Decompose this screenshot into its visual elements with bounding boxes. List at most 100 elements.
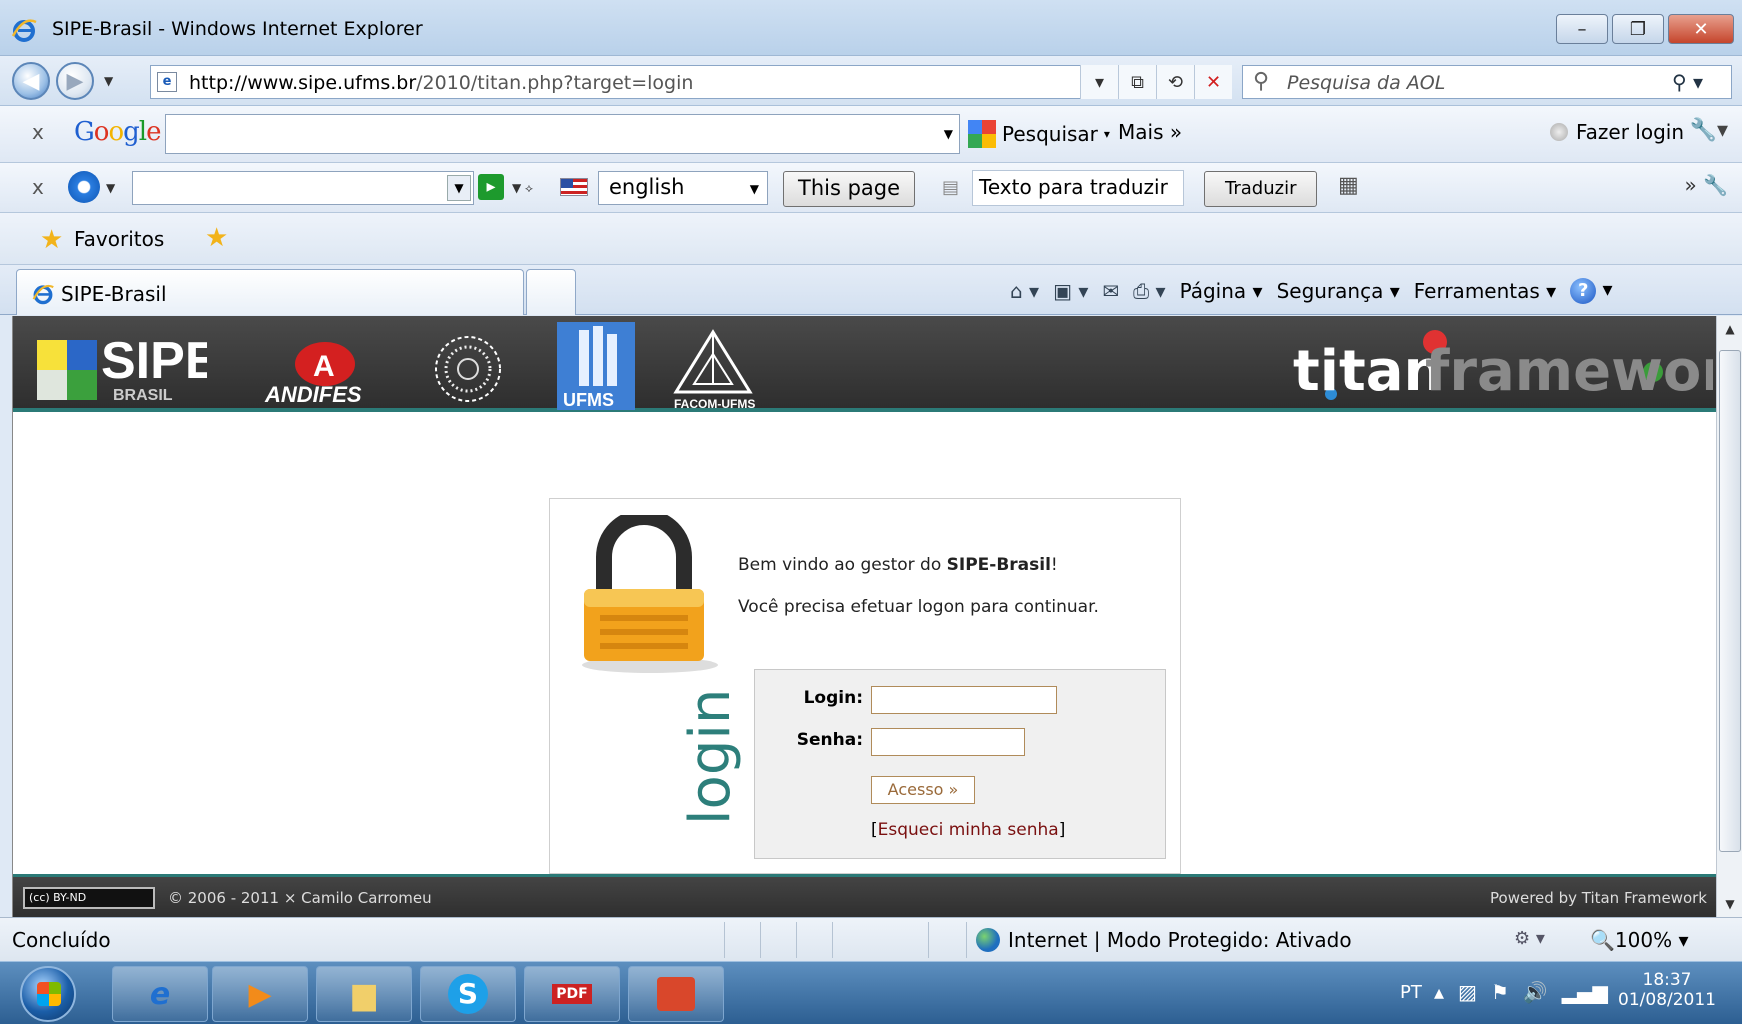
add-favorite-icon[interactable]: ★	[205, 223, 228, 253]
toolbar-overflow-icon[interactable]: » 🔧	[1685, 173, 1729, 197]
new-tab-button[interactable]	[526, 269, 576, 315]
toolbar-logo-icon	[68, 171, 100, 203]
back-button[interactable]: ◀	[12, 62, 50, 100]
clock[interactable]: 18:37 01/08/2011	[1618, 970, 1716, 1010]
media-player-icon: ▶	[248, 976, 272, 1012]
facom-ufms-logo: FACOM-UFMS	[673, 329, 755, 410]
print-icon[interactable]: ⎙ ▾	[1133, 279, 1165, 303]
signal-icon[interactable]: ▂▄▆	[1562, 980, 1608, 1004]
address-field[interactable]: e http://www.sipe.ufms.br/2010/titan.php…	[150, 65, 1100, 99]
mail-icon[interactable]: ✉	[1102, 279, 1119, 303]
svg-text:titan: titan	[1293, 339, 1443, 404]
password-label: Senha:	[796, 730, 863, 750]
taskbar-presentation[interactable]	[628, 966, 724, 1022]
taskbar: e ▶ ▆ S PDF PT ▴ ▨ ⚑ 🔊 ▂▄▆ 18:37 01/08/2…	[0, 961, 1742, 1024]
network-action-icon[interactable]: ▨	[1458, 980, 1477, 1004]
svg-text:SIPE: SIPE	[101, 332, 207, 390]
search-go-icon[interactable]: ⚲ ▾	[1672, 70, 1703, 94]
home-icon[interactable]: ⌂ ▾	[1010, 279, 1039, 303]
zoom-level[interactable]: 🔍100% ▾	[1590, 928, 1688, 952]
andifes-logo: A ANDIFES	[264, 342, 362, 406]
internet-explorer-icon	[32, 284, 54, 305]
search-icon: ⚲	[1253, 69, 1270, 94]
security-menu[interactable]: Segurança ▾	[1277, 279, 1400, 303]
status-bar: Concluído Internet | Modo Protegido: Ati…	[0, 917, 1742, 961]
instruction-text: Você precisa efetuar logon para continua…	[738, 597, 1099, 617]
toolbar-menu-icon[interactable]: ▼	[106, 181, 115, 195]
forward-arrow-icon: ▶	[66, 68, 84, 94]
action-center-flag-icon[interactable]: ⚑	[1491, 980, 1509, 1004]
close-toolbar-icon[interactable]: x	[32, 120, 44, 144]
login-input[interactable]	[871, 686, 1057, 714]
google-search-button[interactable]: Pesquisar ▾	[968, 120, 1110, 148]
calculator-icon[interactable]: ▦	[1338, 173, 1359, 198]
svg-text:BRASIL: BRASIL	[113, 387, 173, 404]
language-select[interactable]: english ▼	[598, 171, 768, 205]
translate-button[interactable]: Traduzir	[1204, 171, 1318, 207]
start-button[interactable]	[20, 966, 76, 1022]
search-box[interactable]: ⚲ Pesquisa da AOL ⚲ ▾	[1242, 65, 1732, 99]
presentation-icon	[657, 977, 695, 1011]
wrench-icon[interactable]: 🔧▾	[1690, 118, 1728, 143]
close-button[interactable]: ✕	[1668, 14, 1734, 44]
protected-mode-icon[interactable]: ⚙ ▾	[1514, 928, 1545, 949]
scroll-up-icon[interactable]: ▲	[1717, 316, 1742, 342]
svg-text:framework: framework	[1425, 339, 1713, 404]
restore-button[interactable]: ❐	[1612, 14, 1664, 44]
back-arrow-icon: ◀	[22, 68, 40, 94]
stop-icon[interactable]: ✕	[1194, 65, 1232, 99]
more-button[interactable]: Mais »	[1118, 120, 1182, 144]
search-placeholder: Pesquisa da AOL	[1287, 72, 1446, 94]
login-label: Login:	[803, 688, 863, 708]
go-dropdown-icon[interactable]: ▼ ⟡	[512, 181, 533, 196]
minimize-button[interactable]: –	[1556, 14, 1608, 44]
text-icon: ▤	[942, 177, 960, 198]
close-toolbar-icon[interactable]: x	[32, 175, 44, 199]
sign-in-button[interactable]: Fazer login	[1550, 120, 1684, 144]
login-vertical-label: login	[678, 688, 743, 825]
scroll-down-icon[interactable]: ▼	[1717, 891, 1742, 917]
compatibility-view-icon[interactable]: ⧉	[1118, 65, 1156, 99]
help-icon[interactable]: ? ▾	[1570, 277, 1613, 304]
show-hidden-icons[interactable]: ▴	[1434, 980, 1444, 1004]
titan-framework-logo: titan framework	[1293, 330, 1713, 404]
volume-icon[interactable]: 🔊	[1523, 980, 1548, 1004]
forgot-password-link[interactable]: [Esqueci minha senha]	[871, 820, 1065, 840]
page-icon: e	[157, 72, 177, 92]
taskbar-internet-explorer[interactable]: e	[112, 966, 208, 1022]
window-title: SIPE-Brasil - Windows Internet Explorer	[52, 18, 423, 40]
taskbar-explorer[interactable]: ▆	[316, 966, 412, 1022]
tab-sipe-brasil[interactable]: SIPE-Brasil	[16, 269, 524, 315]
vertical-scrollbar[interactable]: ▲ ▼	[1716, 316, 1742, 917]
svg-text:FACOM-UFMS: FACOM-UFMS	[674, 397, 755, 410]
this-page-button[interactable]: This page	[783, 171, 916, 207]
taskbar-pdf[interactable]: PDF	[524, 966, 620, 1022]
taskbar-media-player[interactable]: ▶	[212, 966, 308, 1022]
taskbar-skype[interactable]: S	[420, 966, 516, 1022]
translate-input[interactable]: Texto para traduzir	[972, 170, 1184, 206]
tab-row: SIPE-Brasil ⌂ ▾ ▣ ▾ ✉ ⎙ ▾ Página ▾ Segur…	[0, 265, 1742, 315]
google-toolbar: x Google ▼ Pesquisar ▾ Mais » Fazer login…	[0, 106, 1742, 163]
license-badge[interactable]: (cc) BY-ND	[23, 887, 155, 909]
powered-by-text[interactable]: Powered by Titan Framework	[1490, 889, 1707, 907]
tools-menu[interactable]: Ferramentas ▾	[1414, 279, 1556, 303]
google-search-input[interactable]: ▼	[165, 114, 960, 154]
favorites-button[interactable]: Favoritos	[74, 227, 164, 251]
seal-logo	[435, 336, 501, 402]
go-icon[interactable]: ▸	[478, 174, 504, 200]
security-zone[interactable]: Internet | Modo Protegido: Ativado	[976, 928, 1352, 952]
scroll-thumb[interactable]	[1719, 350, 1741, 852]
history-dropdown-icon[interactable]: ▼	[104, 74, 113, 88]
language-indicator[interactable]: PT	[1400, 982, 1422, 1003]
submit-button[interactable]: Acesso »	[871, 776, 975, 804]
password-input[interactable]	[871, 728, 1025, 756]
toolbar-search-combo[interactable]: ▼	[132, 171, 474, 205]
svg-text:ANDIFES: ANDIFES	[264, 382, 362, 406]
globe-icon	[976, 928, 1000, 952]
user-icon	[1550, 123, 1568, 141]
forward-button[interactable]: ▶	[56, 62, 94, 100]
refresh-icon[interactable]: ⟲	[1156, 65, 1194, 99]
page-menu[interactable]: Página ▾	[1180, 279, 1263, 303]
feeds-icon[interactable]: ▣ ▾	[1053, 279, 1088, 303]
address-dropdown-icon[interactable]: ▾	[1080, 65, 1118, 99]
